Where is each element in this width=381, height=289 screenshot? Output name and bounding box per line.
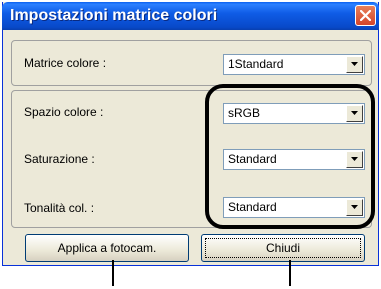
settings-highlight-outline (205, 84, 375, 229)
close-button[interactable] (355, 5, 376, 26)
matrix-group: Matrice colore : 1Standard (11, 40, 372, 86)
tone-label: Tonalità col. : (24, 201, 95, 215)
apply-to-camera-button[interactable]: Applica a fotocam. (25, 234, 189, 262)
matrix-label: Matrice colore : (24, 56, 107, 70)
matrix-dropdown-button[interactable] (346, 56, 363, 73)
matrix-select-value: 1Standard (228, 57, 284, 71)
color-space-label: Spazio colore : (24, 105, 104, 119)
matrix-select[interactable]: 1Standard (223, 54, 365, 75)
focus-outline (205, 238, 361, 258)
saturation-label: Saturazione : (24, 152, 95, 166)
title-bar[interactable]: Impostazioni matrice colori (2, 2, 379, 30)
apply-callout-line (112, 260, 114, 286)
apply-to-camera-label: Applica a fotocam. (57, 241, 157, 255)
chevron-down-icon (351, 62, 358, 66)
window-title: Impostazioni matrice colori (10, 7, 218, 24)
close-dialog-button[interactable]: Chiudi (201, 234, 365, 262)
close-callout-line (289, 260, 291, 286)
